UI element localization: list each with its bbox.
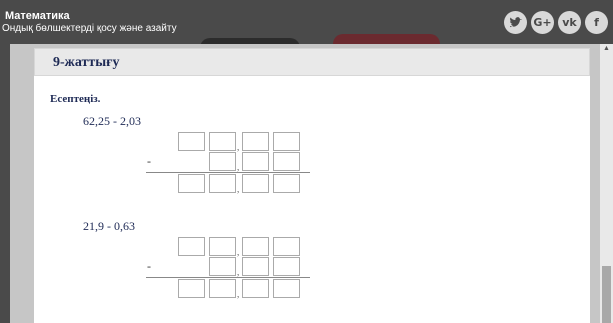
exercise-header: 9-жаттығу [34,48,590,76]
app-title: Математика [5,10,70,22]
decimal-comma: , [237,267,240,277]
answer-cell[interactable] [209,132,236,151]
answer-cell[interactable] [209,257,236,276]
facebook-icon[interactable]: f [585,11,608,34]
answer-cell[interactable] [273,257,300,276]
instruction-label: Есептеңіз. [50,93,101,105]
answer-cell[interactable] [209,279,236,298]
decimal-comma: , [237,162,240,172]
problem-1-expression: 62,25 - 2,03 [83,114,141,128]
google-plus-icon[interactable]: G+ [531,11,554,34]
scroll-thumb[interactable] [602,266,611,323]
answer-cell[interactable] [209,152,236,171]
answer-cell[interactable] [273,174,300,193]
answer-cell[interactable] [178,279,205,298]
answer-cell[interactable] [242,279,269,298]
answer-cell[interactable] [242,132,269,151]
minus-sign: - [147,154,151,168]
decimal-comma: , [237,247,240,257]
minus-sign: - [147,259,151,273]
exercise-modal: 9-жаттығу Есептеңіз. 62,25 - 2,03 , - , … [10,44,600,323]
scroll-up-arrow-icon[interactable]: ▲ [600,44,613,54]
answer-cell[interactable] [273,279,300,298]
exercise-title: 9-жаттығу [53,55,120,70]
answer-cell[interactable] [242,237,269,256]
answer-cell[interactable] [273,237,300,256]
answer-cell[interactable] [178,174,205,193]
subtraction-line [146,172,310,173]
answer-cell[interactable] [178,132,205,151]
answer-cell[interactable] [273,152,300,171]
vk-icon[interactable]: vk [558,11,581,34]
answer-cell[interactable] [273,132,300,151]
decimal-comma: , [237,142,240,152]
answer-cell[interactable] [178,237,205,256]
decimal-comma: , [237,289,240,299]
exercise-content: Есептеңіз. 62,25 - 2,03 , - , , 21,9 - 0… [34,76,590,323]
problem-2-expression: 21,9 - 0,63 [83,219,135,233]
vertical-scrollbar[interactable]: ▲ [600,44,613,323]
lesson-subtitle: Ондық бөлшектерді қосу және азайту [2,23,177,34]
answer-cell[interactable] [242,174,269,193]
answer-cell[interactable] [242,152,269,171]
app-header: Математика Ондық бөлшектерді қосу және а… [0,0,613,48]
answer-cell[interactable] [209,237,236,256]
twitter-icon[interactable] [504,11,527,34]
decimal-comma: , [237,184,240,194]
answer-cell[interactable] [209,174,236,193]
answer-cell[interactable] [242,257,269,276]
subtraction-line [146,277,310,278]
